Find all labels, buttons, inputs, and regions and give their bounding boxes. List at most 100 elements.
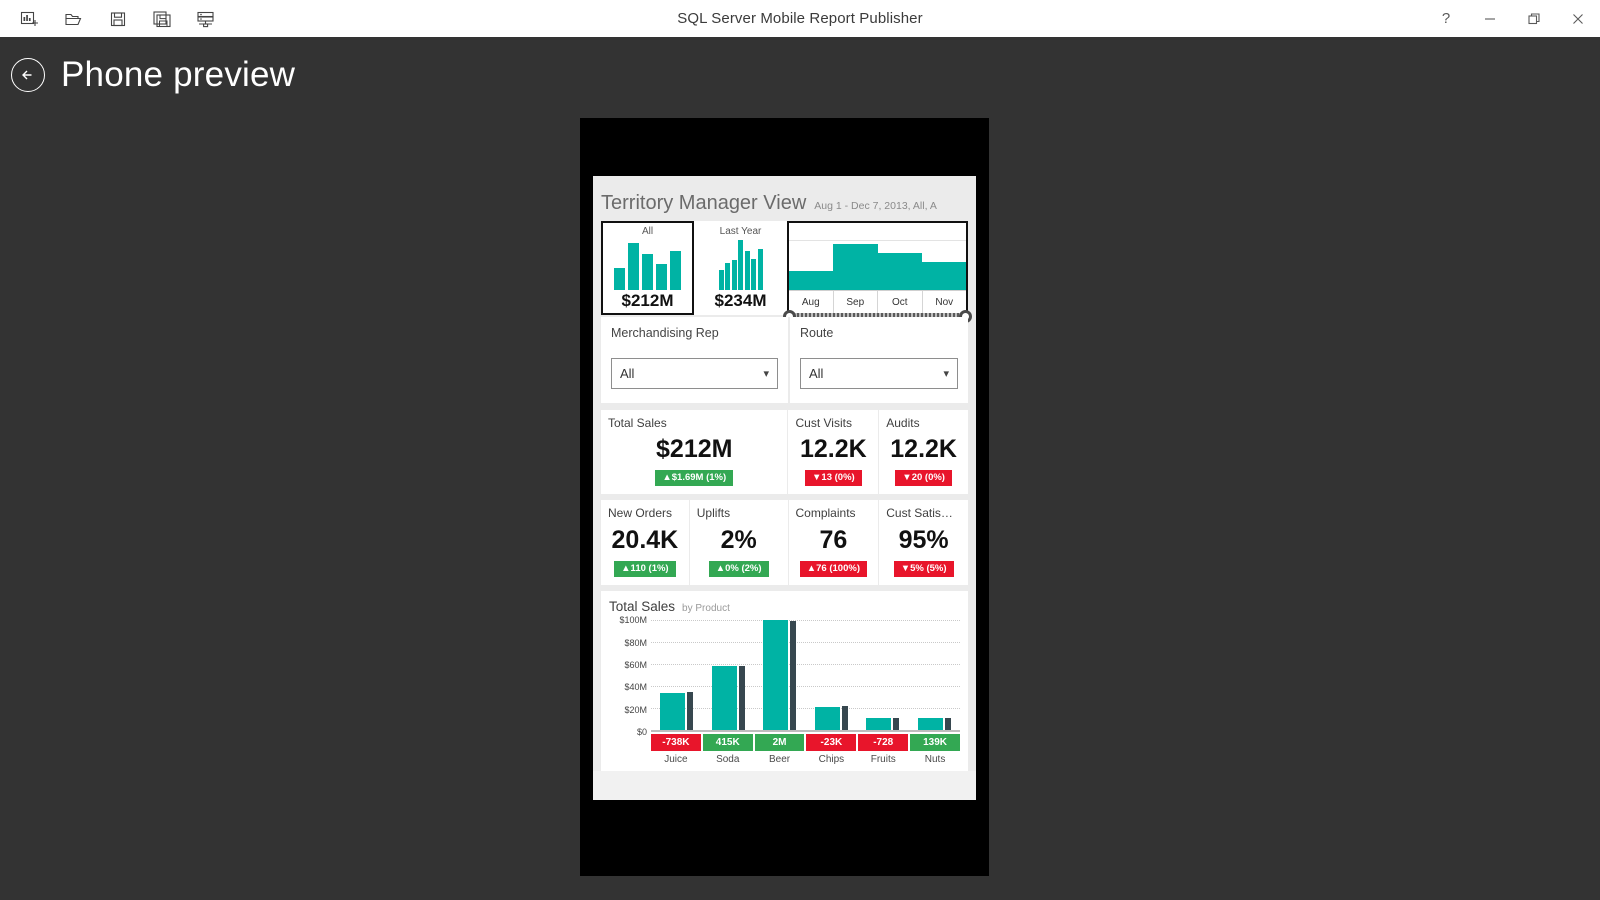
bar-comparison: [841, 706, 848, 731]
bar-primary: [763, 620, 789, 731]
save-to-server-icon[interactable]: [184, 1, 228, 37]
kpi-new-orders[interactable]: New Orders 20.4K ▲110 (1%): [601, 500, 689, 586]
gauge-tile-last-year[interactable]: Last Year $234M: [694, 221, 787, 315]
kpi-delta-badge: ▲110 (1%): [614, 560, 676, 578]
close-icon: [1573, 13, 1583, 24]
bar-primary: [814, 707, 840, 731]
back-button[interactable]: [11, 57, 45, 92]
time-bar: [789, 271, 834, 290]
category-label: Fruits: [870, 754, 896, 766]
report-subtitle: Aug 1 - Dec 7, 2013, All, A: [814, 200, 937, 212]
time-bar-col: [789, 223, 834, 290]
bar-comparison: [687, 691, 694, 731]
bar-group-fruits: [857, 620, 909, 731]
y-tick-label: $100M: [619, 615, 647, 626]
kpi-complaints[interactable]: Complaints 76 ▲76 (100%): [788, 500, 879, 586]
selector-merchandising-rep: Merchandising Rep All ▾: [601, 317, 788, 403]
minimize-button[interactable]: [1468, 0, 1512, 37]
open-folder-glyph: [65, 13, 82, 25]
category-label: Beer: [769, 754, 791, 766]
kpi-cust-satisfaction[interactable]: Cust Satis… 95% ▼5% (5%): [879, 500, 969, 586]
time-bar-col: [921, 223, 966, 290]
gauge-label: Last Year: [719, 226, 762, 237]
chart-header: Total Sales by Product: [609, 599, 960, 614]
kpi-uplifts[interactable]: Uplifts 2% ▲0% (2%): [689, 500, 788, 586]
kpi-title: Complaints: [795, 507, 856, 521]
bar-group-nuts: [909, 620, 961, 731]
chevron-down-icon: ▾: [943, 367, 949, 380]
time-bar-col: [833, 223, 878, 290]
y-tick-label: $40M: [624, 682, 647, 693]
gauge-sparkline-all: [603, 237, 692, 292]
spark-bar: [614, 267, 625, 290]
bar-comparison: [790, 621, 797, 731]
save-as-icon[interactable]: [140, 1, 184, 37]
spark-bar: [751, 259, 756, 290]
gauge-sparkline-last-year: [696, 237, 785, 292]
kpi-value: 2%: [720, 525, 757, 554]
route-dropdown[interactable]: All ▾: [800, 357, 958, 389]
bar-group-chips: [806, 620, 858, 731]
save-icon[interactable]: [96, 1, 140, 37]
selector-label: Merchandising Rep: [611, 326, 719, 340]
kpi-delta-badge: ▼13 (0%): [805, 469, 862, 487]
spark-bar: [731, 260, 737, 290]
time-bar: [833, 244, 878, 290]
y-tick-label: $60M: [624, 660, 647, 671]
time-bar: [921, 261, 966, 290]
chart-category-labels: Juice Soda Beer Chips Fruits Nuts: [609, 754, 960, 765]
back-arrow-icon: [22, 70, 32, 79]
help-icon: ?: [1441, 10, 1451, 27]
chart-bars-area: [651, 620, 961, 733]
selector-label: Route: [800, 326, 834, 340]
kpi-audits[interactable]: Audits 12.2K ▼20 (0%): [879, 409, 969, 495]
chart-subtitle: by Product: [682, 603, 730, 615]
total-sales-by-product-chart[interactable]: Total Sales by Product $100M $80M $60M $…: [601, 591, 968, 772]
data-label: -23K: [806, 734, 857, 752]
kpi-value: 95%: [898, 525, 949, 554]
kpi-title: Total Sales: [608, 416, 667, 430]
kpi-total-sales[interactable]: Total Sales $212M ▲$1.69M (1%): [601, 409, 788, 495]
merchandising-rep-dropdown[interactable]: All ▾: [611, 357, 778, 389]
data-label: -738K: [651, 734, 701, 752]
y-tick-label: $20M: [624, 704, 647, 715]
selector-row: Merchandising Rep All ▾ Route All ▾: [593, 317, 976, 403]
kpi-cust-visits[interactable]: Cust Visits 12.2K ▼13 (0%): [788, 409, 879, 495]
minimize-icon: [1485, 17, 1495, 20]
restore-icon: [1528, 12, 1540, 24]
help-button[interactable]: ?: [1424, 0, 1468, 37]
spark-bar: [656, 264, 667, 290]
close-button[interactable]: [1556, 0, 1600, 37]
save-to-server-glyph: [197, 11, 214, 27]
gauge-tile-all[interactable]: All $212M: [601, 221, 694, 315]
gauge-value: $234M: [714, 291, 767, 310]
chart-data-labels: -738K 415K 2M -23K -728 139K: [609, 734, 960, 752]
kpi-value: 76: [819, 525, 848, 554]
spark-bar: [738, 240, 743, 290]
spark-bar: [628, 242, 639, 290]
kpi-title: Uplifts: [696, 507, 731, 521]
bar-comparison: [893, 718, 900, 731]
spark-bar: [744, 251, 750, 290]
title-bar: SQL Server Mobile Report Publisher ?: [0, 0, 1600, 37]
kpi-value: $212M: [656, 434, 733, 463]
kpi-title: New Orders: [608, 507, 673, 521]
kpi-title: Cust Visits: [795, 416, 852, 430]
time-navigator-bars: [789, 223, 966, 290]
restore-button[interactable]: [1512, 0, 1556, 37]
time-navigator[interactable]: Aug Sep Oct Nov: [783, 221, 972, 323]
new-report-glyph: [20, 11, 38, 26]
save-as-glyph: [153, 10, 171, 27]
bar-primary: [711, 666, 737, 731]
kpi-delta-badge: ▲0% (2%): [708, 560, 769, 578]
new-report-icon[interactable]: [8, 1, 52, 37]
report-header: Territory Manager View Aug 1 - Dec 7, 20…: [593, 176, 976, 221]
spark-bar: [670, 251, 681, 290]
kpi-value: 12.2K: [890, 434, 957, 463]
category-label: Juice: [664, 754, 688, 766]
y-tick-label: $0: [636, 727, 647, 738]
spark-bar: [718, 270, 724, 290]
bar-group-beer: [754, 620, 806, 731]
kpi-delta-badge: ▼5% (5%): [893, 560, 954, 578]
open-folder-icon[interactable]: [52, 1, 96, 37]
